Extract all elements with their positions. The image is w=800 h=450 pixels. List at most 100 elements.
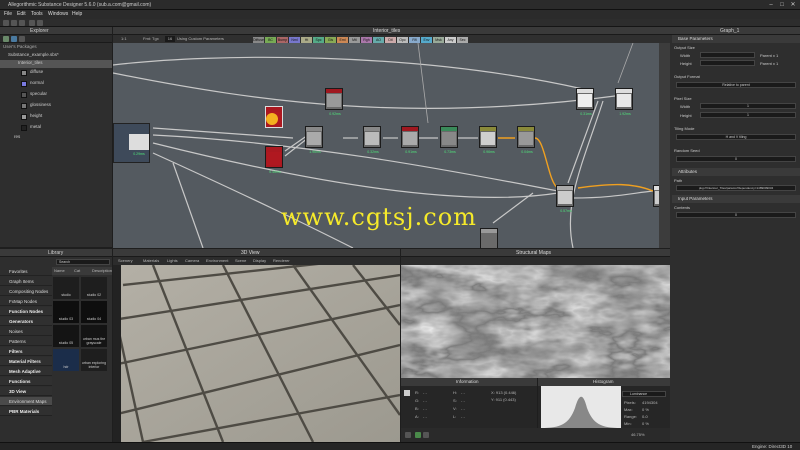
menu-environment[interactable]: Environment: [206, 258, 228, 263]
library-thumb[interactable]: studio 02: [81, 277, 107, 299]
library-category[interactable]: Favorites: [0, 267, 52, 276]
height-slider[interactable]: [700, 60, 755, 66]
col-name[interactable]: Name: [54, 268, 65, 273]
partial-node[interactable]: [480, 228, 498, 248]
library-category[interactable]: Noises: [0, 327, 52, 336]
seed-field[interactable]: 0: [676, 156, 796, 162]
height-value[interactable]: Parent x 1: [760, 61, 778, 66]
library-category[interactable]: Mesh Adaptive: [0, 367, 52, 376]
library-category[interactable]: FxMap Nodes: [0, 297, 52, 306]
alpha-icon[interactable]: [423, 432, 429, 438]
resources-folder[interactable]: res: [14, 134, 20, 142]
redo-icon[interactable]: [37, 20, 43, 26]
output-glossiness[interactable]: glossiness: [30, 102, 51, 110]
new-package-icon[interactable]: [3, 36, 9, 42]
width-value[interactable]: Parent x 1: [760, 53, 778, 58]
warp-node[interactable]: 0.73ms: [440, 126, 458, 154]
tile-node[interactable]: 1.96ms: [305, 126, 323, 154]
px-height-field[interactable]: 1: [700, 112, 796, 118]
library-thumb[interactable]: hdr: [53, 349, 79, 371]
package-item[interactable]: Substance_example.sbs*: [8, 52, 59, 60]
menu-renderer[interactable]: Renderer: [273, 258, 290, 263]
menu-materials[interactable]: Materials: [143, 258, 159, 263]
height-output-node[interactable]: 1.92ms: [615, 88, 633, 116]
undo-icon[interactable]: [29, 20, 35, 26]
format-select[interactable]: 16: [165, 36, 175, 42]
input-frame[interactable]: 0.29ms: [113, 123, 150, 163]
library-category[interactable]: Patterns: [0, 337, 52, 346]
library-category[interactable]: 3D View: [0, 387, 52, 396]
menu-file[interactable]: File: [4, 11, 12, 17]
tiling-select[interactable]: H and V tiling: [676, 134, 796, 140]
node-graph[interactable]: 0.29ms 0.46ms 0.92ms 1.96ms 0.32ms 0.91m…: [113, 43, 670, 248]
color-node-selected[interactable]: [265, 106, 283, 128]
base-params-header[interactable]: Base Parameters: [672, 35, 800, 43]
px-width-field[interactable]: 1: [700, 103, 796, 109]
library-category[interactable]: Function Nodes: [0, 307, 52, 316]
menu-tools[interactable]: Tools: [31, 11, 43, 17]
folder-icon[interactable]: [19, 36, 25, 42]
library-category[interactable]: Functions: [0, 377, 52, 386]
format-select[interactable]: Relative to parent: [676, 82, 796, 88]
col-cat[interactable]: Cat: [74, 268, 80, 273]
contents-field[interactable]: 0: [676, 212, 796, 218]
output-specular[interactable]: specular: [30, 91, 47, 99]
channel-select[interactable]: Luminance: [622, 391, 666, 397]
menu-windows[interactable]: Windows: [48, 11, 68, 17]
library-thumb[interactable]: urban mus the grayscale: [81, 325, 107, 347]
info-tab[interactable]: Information: [456, 379, 479, 384]
library-search[interactable]: Search: [56, 259, 110, 265]
open-icon[interactable]: [11, 20, 17, 26]
library-category[interactable]: Graph Items: [0, 277, 52, 286]
library-category[interactable]: Compositing Nodes: [0, 287, 52, 296]
graph-zoom[interactable]: 1:1: [121, 36, 127, 41]
color-node[interactable]: 0.46ms: [265, 146, 283, 174]
graph-scrollbar[interactable]: [659, 43, 670, 248]
attributes-header[interactable]: Attributes: [672, 168, 800, 176]
library-thumb[interactable]: studio 04: [81, 301, 107, 323]
library-thumb[interactable]: studio: [53, 277, 79, 299]
output-metal[interactable]: metal: [30, 124, 41, 132]
library-category[interactable]: Environment Maps: [0, 397, 52, 406]
width-slider[interactable]: [700, 52, 755, 58]
graph-item[interactable]: Interior_tiles: [0, 60, 112, 68]
menu-edit[interactable]: Edit: [17, 11, 26, 17]
save-icon[interactable]: [19, 20, 25, 26]
play-icon[interactable]: [11, 36, 17, 42]
view3d-viewport[interactable]: [113, 265, 400, 442]
blend-output-node[interactable]: 0.57ms: [556, 185, 574, 213]
library-thumb[interactable]: urban exploring interior: [81, 349, 107, 371]
new-icon[interactable]: [3, 20, 9, 26]
menu-display[interactable]: Display: [253, 258, 266, 263]
menu-scenery[interactable]: Scenery: [118, 258, 133, 263]
zoom-level[interactable]: 46.75%: [631, 432, 645, 437]
library-thumb[interactable]: studio 03: [53, 301, 79, 323]
view2d-viewport[interactable]: [401, 265, 670, 378]
properties-tab[interactable]: Graph_1: [720, 28, 739, 34]
col-desc[interactable]: Description: [92, 268, 112, 273]
levels-node[interactable]: 0.96ms: [479, 126, 497, 154]
graph-tab-title[interactable]: Interior_tiles: [373, 28, 400, 34]
library-category[interactable]: PBR Materials: [0, 407, 52, 416]
rgb-icon[interactable]: [415, 432, 421, 438]
normal-node[interactable]: 0.31ms: [576, 88, 594, 116]
menu-scene[interactable]: Scene: [235, 258, 246, 263]
library-category[interactable]: Generators: [0, 317, 52, 326]
input-params-header[interactable]: Input Parameters: [672, 195, 800, 203]
close-button[interactable]: ✕: [788, 1, 798, 9]
menu-lights[interactable]: Lights: [167, 258, 178, 263]
curve-node[interactable]: 0.04ms: [517, 126, 535, 154]
histogram-tab[interactable]: Histogram: [593, 379, 614, 384]
blend-node[interactable]: 0.92ms: [325, 88, 343, 116]
grunge-node[interactable]: 0.91ms: [401, 126, 419, 154]
library-category[interactable]: Material Filters: [0, 357, 52, 366]
output-normal[interactable]: normal: [30, 80, 44, 88]
minimize-button[interactable]: –: [766, 1, 776, 9]
menu-camera[interactable]: Camera: [185, 258, 199, 263]
library-category[interactable]: Filters: [0, 347, 52, 356]
output-height[interactable]: height: [30, 113, 42, 121]
channel-icon[interactable]: [405, 432, 411, 438]
library-thumb[interactable]: studio 05: [53, 325, 79, 347]
maximize-button[interactable]: □: [777, 1, 787, 9]
path-field[interactable]: pkg:///Interiour_Tiles/params?dependency…: [676, 185, 796, 191]
